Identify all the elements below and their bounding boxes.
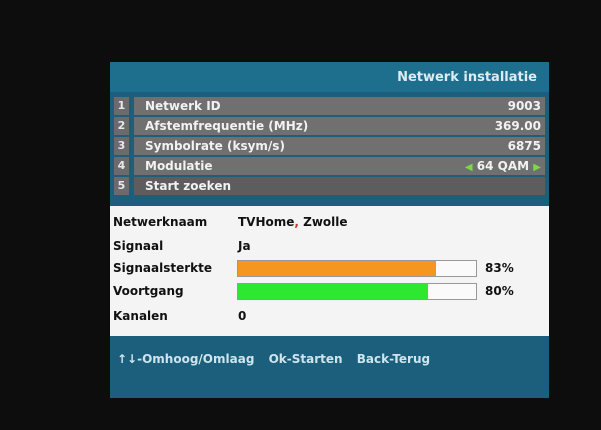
menu-item-number: 4 (114, 157, 129, 175)
menu-item-label: Afstemfrequentie (MHz) (145, 119, 309, 133)
menu-item-number: 2 (114, 117, 129, 135)
menu-item-netwerk-id[interactable]: 1 Netwerk ID 9003 (114, 97, 545, 115)
kanalen-value: 0 (238, 309, 247, 323)
modulatie-selector[interactable]: ◀ 64 QAM ▶ (465, 157, 541, 177)
frequency-value[interactable]: 369.00 (495, 117, 541, 135)
hint-back: Back-Terug (356, 352, 431, 366)
progress-percent: 80% (485, 284, 514, 298)
menu-item-number: 1 (114, 97, 129, 115)
voortgang-label: Voortgang (113, 284, 184, 298)
menu-item-label: Start zoeken (145, 179, 232, 193)
start-scan-button[interactable]: Start zoeken (134, 177, 545, 195)
menu-item-number: 3 (114, 137, 129, 155)
menu-item-number: 5 (114, 177, 129, 195)
kanalen-label: Kanalen (113, 309, 168, 323)
screen-title: Netwerk installatie (397, 70, 537, 85)
title-bar: Netwerk installatie (110, 62, 549, 92)
menu-item-start-zoeken[interactable]: 5 Start zoeken (114, 177, 545, 195)
signaal-value: Ja (238, 239, 251, 253)
menu-item-frequency[interactable]: 2 Afstemfrequentie (MHz) 369.00 (114, 117, 545, 135)
menu-item-symbolrate[interactable]: 3 Symbolrate (ksym/s) 6875 (114, 137, 545, 155)
signaalsterkte-row: Signaalsterkte 83% (113, 258, 543, 278)
menu-item-label: Netwerk ID (145, 99, 221, 113)
signaal-label: Signaal (113, 239, 164, 253)
menu-item-modulatie[interactable]: 4 Modulatie ◀ 64 QAM ▶ (114, 157, 545, 175)
settings-menu: 1 Netwerk ID 9003 2 Afstemfrequentie (MH… (114, 97, 545, 197)
scan-status-panel: Netwerknaam TVHome, Zwolle Signaal Ja Si… (110, 206, 549, 336)
progress-bar (237, 283, 477, 300)
menu-item-field[interactable]: Netwerk ID 9003 (134, 97, 545, 115)
signal-strength-fill (238, 261, 436, 276)
hint-ok: Ok-Starten (268, 352, 343, 366)
modulatie-value: 64 QAM (476, 159, 530, 173)
signaalsterkte-label: Signaalsterkte (113, 261, 212, 275)
menu-item-label: Symbolrate (ksym/s) (145, 139, 285, 153)
signal-strength-percent: 83% (485, 261, 514, 275)
left-arrow-icon[interactable]: ◀ (465, 162, 473, 173)
hint-navigate: ↑↓-Omhoog/Omlaag (117, 352, 255, 366)
symbolrate-value[interactable]: 6875 (508, 137, 541, 155)
right-arrow-icon[interactable]: ▶ (533, 162, 541, 173)
menu-item-field[interactable]: Afstemfrequentie (MHz) 369.00 (134, 117, 545, 135)
menu-item-field[interactable]: Modulatie ◀ 64 QAM ▶ (134, 157, 545, 175)
menu-item-label: Modulatie (145, 159, 213, 173)
voortgang-row: Voortgang 80% (113, 281, 543, 301)
key-hints: ↑↓-Omhoog/Omlaag Ok-Starten Back-Terug (117, 352, 440, 366)
netwerk-id-value[interactable]: 9003 (508, 97, 541, 115)
netwerknaam-value: TVHome, Zwolle (238, 215, 348, 229)
signal-strength-bar (237, 260, 477, 277)
progress-fill (238, 284, 429, 299)
netwerknaam-label: Netwerknaam (113, 215, 208, 229)
menu-item-field[interactable]: Symbolrate (ksym/s) 6875 (134, 137, 545, 155)
network-install-screen: Netwerk installatie 1 Netwerk ID 9003 2 … (110, 62, 549, 398)
